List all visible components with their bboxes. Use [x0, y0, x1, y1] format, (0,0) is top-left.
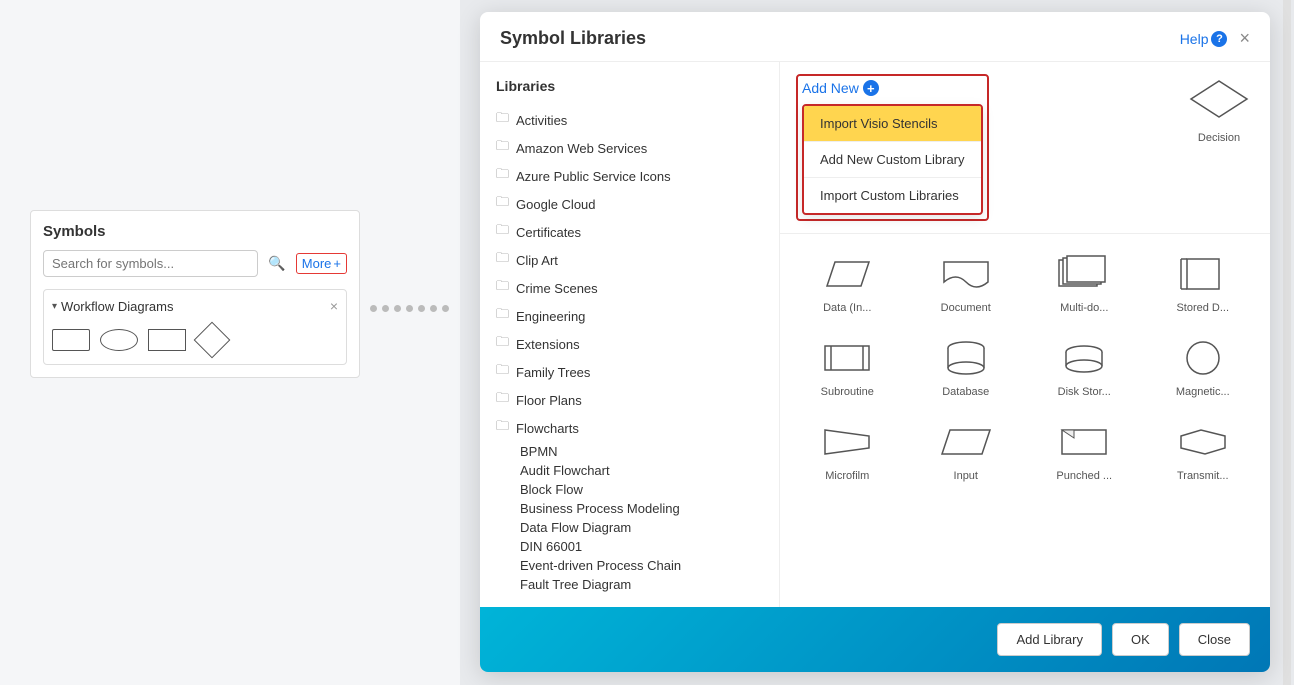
workflow-close-button[interactable]: × [330, 298, 338, 314]
lib-item-crime[interactable]: 🗀 Crime Scenes [496, 274, 763, 302]
workflow-header: ▾ Workflow Diagrams × [52, 298, 338, 314]
lib-item-gcloud[interactable]: 🗀 Google Cloud [496, 190, 763, 218]
lib-item-flowcharts[interactable]: 🗀 Flowcharts [496, 414, 763, 442]
folder-icon: 🗀 [496, 389, 509, 411]
dot-1 [370, 305, 377, 312]
dialog-footer: Add Library OK Close [480, 607, 1270, 672]
lib-sub-audit[interactable]: Audit Flowchart [496, 461, 763, 480]
help-link[interactable]: Help ? [1180, 31, 1228, 47]
folder-icon: 🗀 [496, 109, 509, 131]
shape-input[interactable]: Input [907, 410, 1026, 494]
folder-icon: 🗀 [496, 305, 509, 327]
add-icon: + [863, 80, 879, 96]
folder-icon: 🗀 [496, 165, 509, 187]
lib-item-aws[interactable]: 🗀 Amazon Web Services [496, 134, 763, 162]
chevron-icon: ▾ [52, 301, 57, 312]
lib-sub-epc[interactable]: Event-driven Process Chain [496, 556, 763, 575]
dot-2 [382, 305, 389, 312]
shape-disk[interactable]: Disk Stor... [1025, 326, 1144, 410]
dot-5 [418, 305, 425, 312]
shape-magnetic[interactable]: Magnetic... [1144, 326, 1263, 410]
folder-icon: 🗀 [496, 249, 509, 271]
search-button[interactable]: 🔍 [264, 251, 289, 276]
lib-sub-block[interactable]: Block Flow [496, 480, 763, 499]
folder-icon: 🗀 [496, 361, 509, 383]
close-button[interactable]: Close [1179, 623, 1250, 656]
symbol-libraries-dialog: Symbol Libraries Help ? × Libraries 🗀 Ac… [480, 12, 1270, 672]
folder-icon: 🗀 [496, 277, 509, 299]
lib-sub-fault[interactable]: Fault Tree Diagram [496, 575, 763, 594]
import-visio-item[interactable]: Import Visio Stencils [804, 106, 981, 141]
symbols-title: Symbols [43, 223, 347, 240]
help-icon: ? [1211, 31, 1227, 47]
lib-item-family[interactable]: 🗀 Family Trees [496, 358, 763, 386]
shape-rect2[interactable] [148, 329, 186, 351]
workflow-section: ▾ Workflow Diagrams × [43, 289, 347, 365]
shape-document[interactable]: Document [907, 242, 1026, 326]
dialog-header: Symbol Libraries Help ? × [480, 12, 1270, 62]
dot-3 [394, 305, 401, 312]
shape-diamond[interactable] [194, 322, 231, 359]
lib-item-extensions[interactable]: 🗀 Extensions [496, 330, 763, 358]
ok-button[interactable]: OK [1112, 623, 1169, 656]
dot-4 [406, 305, 413, 312]
workflow-label: ▾ Workflow Diagrams [52, 299, 173, 314]
dot-6 [430, 305, 437, 312]
folder-icon: 🗀 [496, 193, 509, 215]
more-button[interactable]: More + [296, 253, 347, 274]
scrollbar[interactable] [1283, 0, 1291, 685]
shape-oval[interactable] [100, 329, 138, 351]
decision-label: Decision [1184, 132, 1254, 144]
lib-item-azure[interactable]: 🗀 Azure Public Service Icons [496, 162, 763, 190]
dot-7 [442, 305, 449, 312]
lib-sub-bpmn[interactable]: BPMN [496, 442, 763, 461]
search-row: 🔍 More + [43, 250, 347, 277]
shape-data-in[interactable]: Data (In... [788, 242, 907, 326]
lib-item-activities[interactable]: 🗀 Activities [496, 106, 763, 134]
lib-item-floorplans[interactable]: 🗀 Floor Plans [496, 386, 763, 414]
add-new-button[interactable]: Add New + [802, 80, 879, 96]
decision-shape-svg [1189, 79, 1249, 119]
lib-sub-dataflow[interactable]: Data Flow Diagram [496, 518, 763, 537]
lib-item-clipart[interactable]: 🗀 Clip Art [496, 246, 763, 274]
add-custom-library-item[interactable]: Add New Custom Library [804, 142, 981, 177]
shape-subroutine[interactable]: Subroutine [788, 326, 907, 410]
shapes-area: Data (In... Document [780, 234, 1270, 607]
symbols-panel: Symbols 🔍 More + ▾ Workflow Diagrams × [30, 210, 360, 378]
lib-item-engineering[interactable]: 🗀 Engineering [496, 302, 763, 330]
shape-multidoc[interactable]: Multi-do... [1025, 242, 1144, 326]
shape-transmit[interactable]: Transmit... [1144, 410, 1263, 494]
folder-icon: 🗀 [496, 417, 509, 439]
shape-database[interactable]: Database [907, 326, 1026, 410]
dots-indicator [370, 305, 449, 312]
folder-icon: 🗀 [496, 333, 509, 355]
decision-cell[interactable]: Decision [1184, 74, 1254, 144]
lib-sub-bpm[interactable]: Business Process Modeling [496, 499, 763, 518]
add-library-button[interactable]: Add Library [997, 623, 1101, 656]
search-input[interactable] [43, 250, 258, 277]
lib-item-certs[interactable]: 🗀 Certificates [496, 218, 763, 246]
libraries-panel: Libraries 🗀 Activities 🗀 Amazon Web Serv… [480, 62, 780, 607]
folder-icon: 🗀 [496, 221, 509, 243]
shapes-grid: Data (In... Document [788, 242, 1262, 494]
close-dialog-button[interactable]: × [1239, 28, 1250, 49]
add-new-row: Add New + [802, 80, 983, 96]
dialog-title: Symbol Libraries [500, 28, 646, 49]
import-custom-libraries-item[interactable]: Import Custom Libraries [804, 178, 981, 213]
dialog-body: Libraries 🗀 Activities 🗀 Amazon Web Serv… [480, 62, 1270, 607]
shape-microfilm[interactable]: Microfilm [788, 410, 907, 494]
shape-stored[interactable]: Stored D... [1144, 242, 1263, 326]
lib-sub-din[interactable]: DIN 66001 [496, 537, 763, 556]
libraries-title: Libraries [496, 78, 763, 94]
shape-rectangle[interactable] [52, 329, 90, 351]
workflow-shapes [52, 324, 338, 356]
shape-punched[interactable]: Punched ... [1025, 410, 1144, 494]
header-right: Help ? × [1180, 28, 1250, 49]
add-new-dropdown: Import Visio Stencils Add New Custom Lib… [802, 104, 983, 215]
folder-icon: 🗀 [496, 137, 509, 159]
